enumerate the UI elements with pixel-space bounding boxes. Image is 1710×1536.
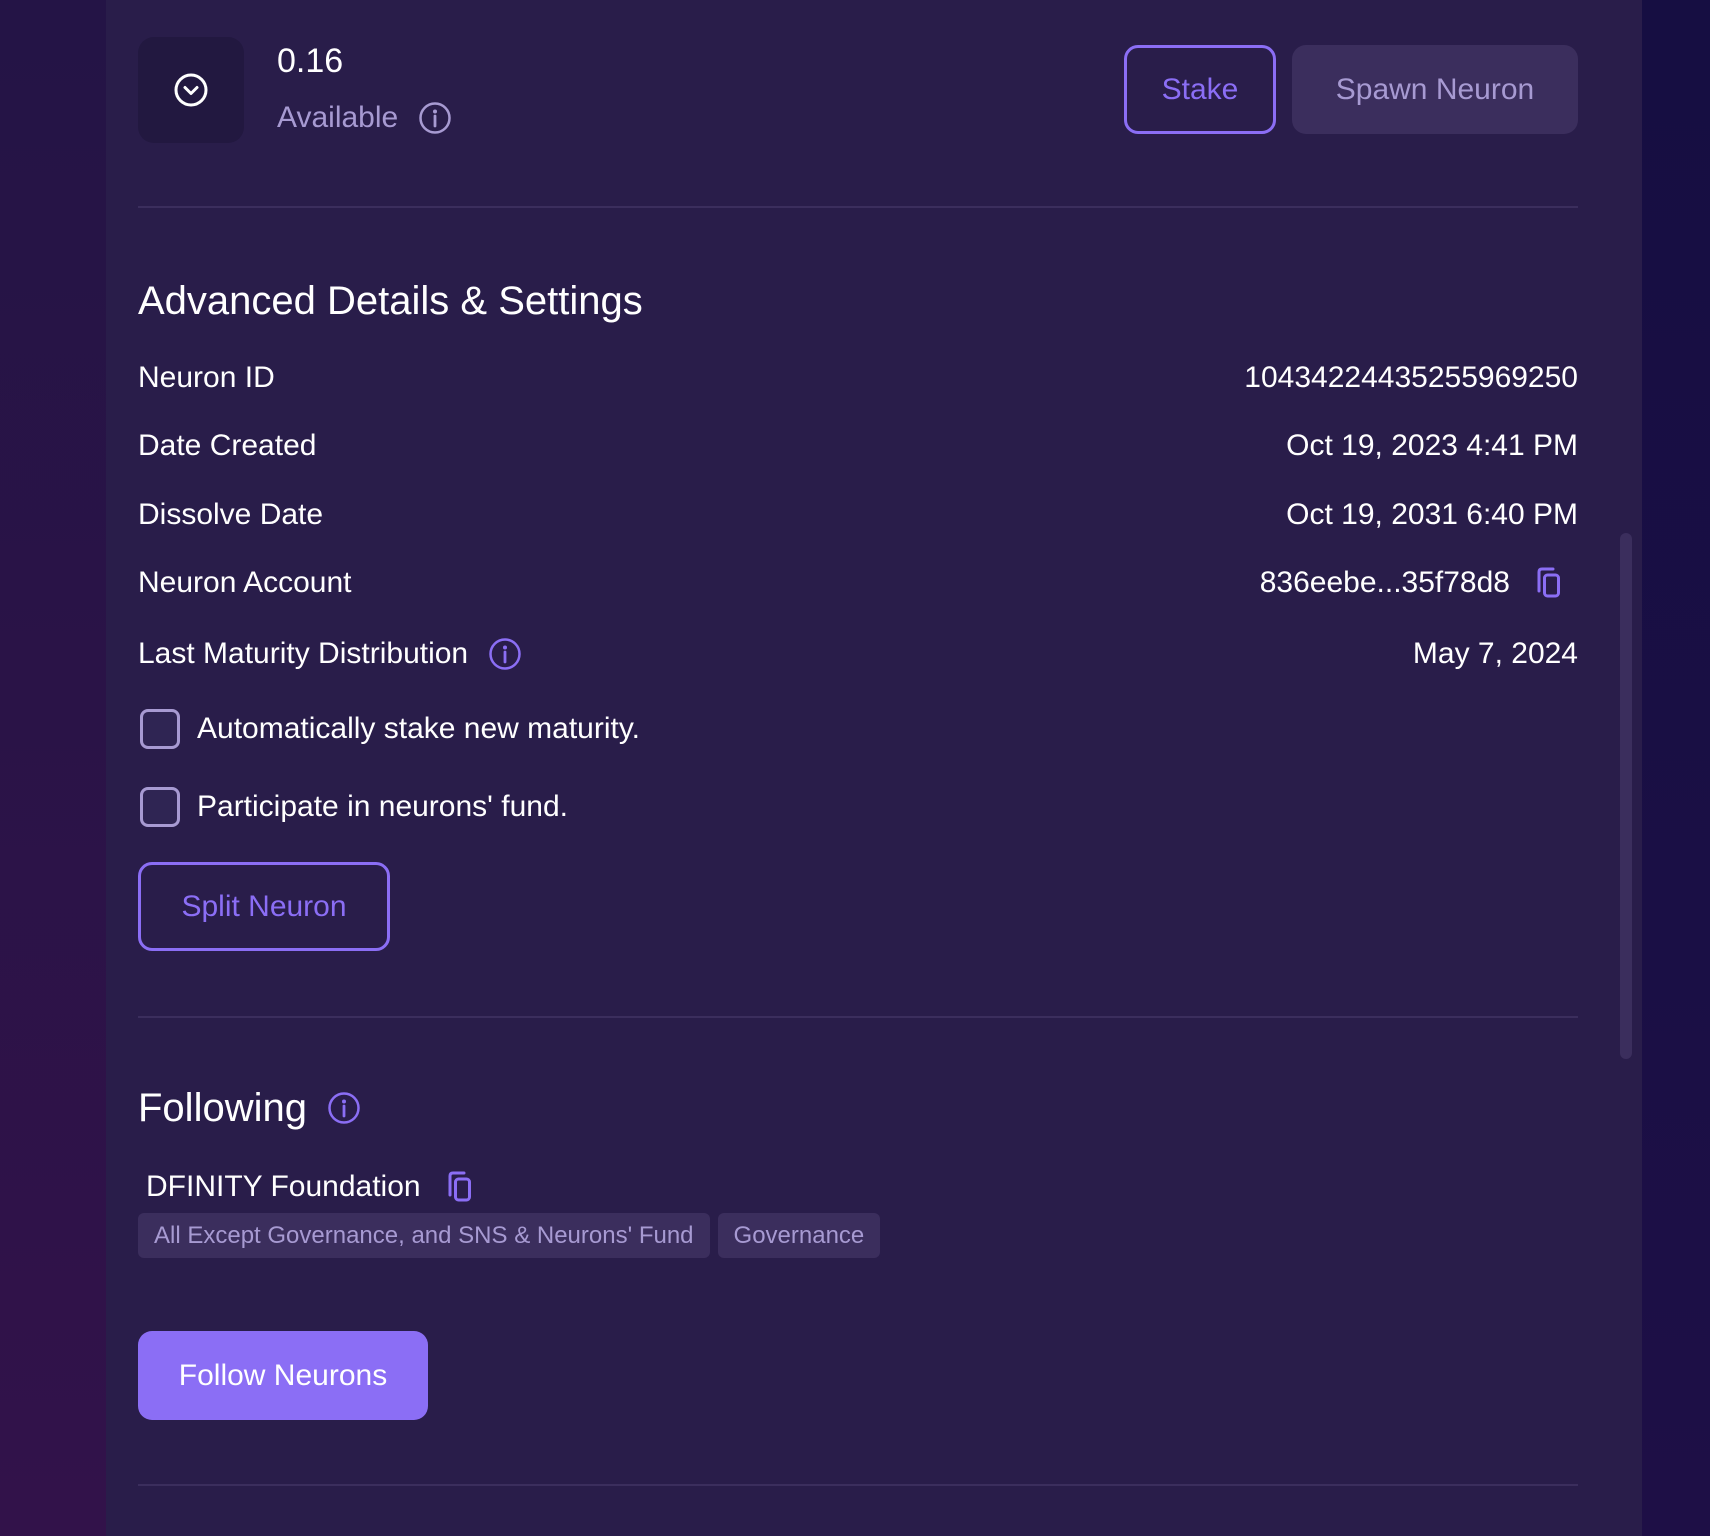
section-divider (138, 206, 1578, 208)
row-value-text: 836eebe...35f78d8 (1259, 566, 1510, 599)
row-label-text: Neuron ID (138, 361, 275, 394)
followee-name: DFINITY Foundation (146, 1170, 421, 1203)
topic-tag: Governance (717, 1213, 881, 1258)
row-value-text: Oct 19, 2023 4:41 PM (1286, 429, 1578, 462)
neurons-fund-row[interactable]: Participate in neurons' fund. (140, 787, 568, 827)
info-icon[interactable] (418, 101, 452, 135)
available-label: Available (277, 101, 399, 134)
chevron-circle-down-icon (173, 72, 209, 108)
copy-icon[interactable] (447, 1171, 473, 1203)
last-maturity-distribution-value: May 7, 2024 (1413, 634, 1578, 674)
stake-maturity-button[interactable]: Stake (1124, 45, 1276, 134)
followee-topic-tags: All Except Governance, and SNS & Neurons… (138, 1213, 881, 1258)
follow-neurons-button[interactable]: Follow Neurons (138, 1331, 428, 1420)
info-icon[interactable] (488, 637, 522, 671)
spawn-neuron-button[interactable]: Spawn Neuron (1292, 45, 1578, 134)
available-maturity-amount: 0.16 (277, 42, 344, 80)
date-created-label: Date Created (138, 426, 316, 466)
row-label-text: Date Created (138, 429, 317, 462)
dissolve-date-value: Oct 19, 2031 6:40 PM (1286, 495, 1578, 535)
advanced-details-title: Advanced Details & Settings (138, 279, 643, 323)
following-title-row: Following (138, 1083, 361, 1133)
page-background-right (1642, 0, 1710, 1536)
neuron-id-label: Neuron ID (138, 358, 275, 398)
neuron-id-value: 10434224435255969250 (1244, 358, 1578, 398)
row-value-text: Oct 19, 2031 6:40 PM (1286, 498, 1578, 531)
maturity-icon-box (138, 37, 244, 143)
checkbox-label[interactable]: Automatically stake new maturity. (197, 709, 640, 749)
dissolve-date-label: Dissolve Date (138, 495, 323, 535)
available-label-row: Available (277, 98, 452, 138)
info-icon[interactable] (327, 1091, 361, 1125)
checkbox-label[interactable]: Participate in neurons' fund. (197, 787, 568, 827)
topic-tag: All Except Governance, and SNS & Neurons… (138, 1213, 710, 1258)
section-divider (138, 1484, 1578, 1486)
following-title: Following (138, 1086, 307, 1130)
split-neuron-button[interactable]: Split Neuron (138, 862, 390, 951)
row-label-text: Neuron Account (138, 566, 352, 599)
neuron-detail-panel (106, 0, 1642, 1536)
row-value-text: May 7, 2024 (1412, 637, 1578, 670)
scrollbar-thumb[interactable] (1620, 533, 1632, 1059)
date-created-value: Oct 19, 2023 4:41 PM (1286, 426, 1578, 466)
neuron-account-value: 836eebe...35f78d8 (1260, 563, 1562, 603)
auto-stake-maturity-checkbox[interactable] (140, 709, 180, 749)
last-maturity-distribution-label: Last Maturity Distribution (138, 634, 522, 674)
row-label-text: Last Maturity Distribution (138, 637, 469, 670)
followee-row: DFINITY Foundation (146, 1167, 473, 1207)
neuron-account-label: Neuron Account (138, 563, 351, 603)
neurons-fund-checkbox[interactable] (140, 787, 180, 827)
row-value-text: 10434224435255969250 (1244, 361, 1578, 394)
section-divider (138, 1016, 1578, 1018)
copy-icon[interactable] (1536, 567, 1562, 599)
row-label-text: Dissolve Date (138, 498, 324, 531)
auto-stake-maturity-row[interactable]: Automatically stake new maturity. (140, 709, 640, 749)
